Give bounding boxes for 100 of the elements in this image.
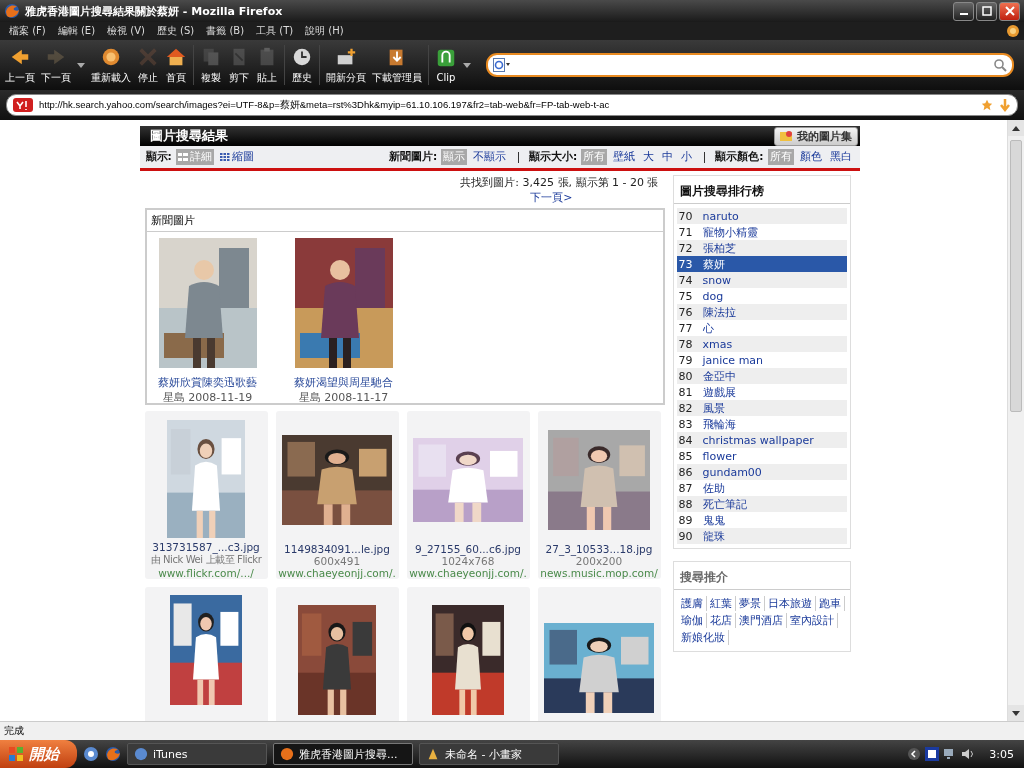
ranking-item[interactable]: 85 flower xyxy=(676,448,847,464)
news-date: 2008-11-17 xyxy=(324,391,389,404)
file-name-link[interactable]: 9_27155_60...c6.jpg xyxy=(415,543,521,555)
site-url: news.music.mop.com/ xyxy=(540,567,658,579)
recommend-link[interactable]: 新娘化妝 xyxy=(677,630,729,645)
news-caption-link[interactable]: 蔡妍欣賞陳奕迅歌藝 xyxy=(158,375,257,390)
news-source: 星島 xyxy=(162,391,185,404)
grid-icon xyxy=(219,153,230,161)
ranking-item[interactable]: 73 蔡妍 xyxy=(676,256,847,272)
recommend-link[interactable]: 護膚 xyxy=(677,596,707,611)
throbber-icon xyxy=(1006,24,1020,38)
toolbar-button[interactable]: 開新分頁 xyxy=(323,45,369,85)
ranking-item[interactable]: 84 christmas wallpaper xyxy=(676,432,847,448)
filter-label: 顯示: xyxy=(145,150,172,164)
taskbar-button[interactable]: 未命名 - 小畫家 xyxy=(419,743,559,765)
clock: 3:05 xyxy=(989,747,1014,761)
menu-item[interactable]: 編輯 (E) xyxy=(52,24,101,38)
result-summary: 共找到圖片: 3,425 張, 顯示第 1 - 20 張 xyxy=(459,175,660,190)
menu-item[interactable]: 工具 (T) xyxy=(251,24,299,38)
recommend-link[interactable]: 澳門酒店 xyxy=(735,613,787,628)
news-caption-link[interactable]: 蔡妍渴望與周星馳合 xyxy=(294,375,393,390)
ranking-item[interactable]: 79 janice man xyxy=(676,352,847,368)
ranking-item[interactable]: 80 金亞中 xyxy=(676,368,847,384)
search-engine-icon[interactable] xyxy=(493,58,511,72)
filter-option[interactable]: 大 xyxy=(641,149,657,165)
recommend-link[interactable]: 紅葉 xyxy=(706,596,736,611)
filter-option[interactable]: 壁紙 xyxy=(611,149,638,165)
taskbar-button[interactable]: 雅虎香港圖片搜尋... xyxy=(273,743,413,765)
recommend-title: 搜尋推介 xyxy=(673,564,850,590)
filter-option[interactable]: 顏色 xyxy=(797,149,824,165)
disc-icon xyxy=(134,747,148,761)
ranking-item[interactable]: 74 snow xyxy=(676,272,847,288)
filter-option[interactable]: 不顯示 xyxy=(471,149,509,165)
ranking-item[interactable]: 78 xmas xyxy=(676,336,847,352)
filter-option[interactable]: 中 xyxy=(660,149,676,165)
file-name-link[interactable]: 313731587_...c3.jpg xyxy=(152,541,260,553)
start-button[interactable]: 開始 xyxy=(0,740,77,768)
ranking-item[interactable]: 87 佐助 xyxy=(676,480,847,496)
ranking-item[interactable]: 81 遊戲展 xyxy=(676,384,847,400)
search-field[interactable] xyxy=(486,53,1014,77)
recommend-link[interactable]: 夢景 xyxy=(735,596,765,611)
close-button[interactable] xyxy=(999,1,1020,21)
minimize-icon xyxy=(959,13,968,15)
search-icon[interactable] xyxy=(993,58,1007,72)
next-page-link[interactable]: 下一頁> xyxy=(530,190,573,205)
status-text: 完成 xyxy=(4,724,24,738)
ranking-item[interactable]: 83 飛輪海 xyxy=(676,416,847,432)
toolbar-button[interactable]: 下載管理員 xyxy=(369,45,425,85)
ranking-item[interactable]: 76 陳法拉 xyxy=(676,304,847,320)
ranking-item[interactable]: 90 龍珠 xyxy=(676,528,847,544)
maximize-button[interactable] xyxy=(976,1,997,21)
keyboard-icon[interactable] xyxy=(925,747,940,761)
image-info: 600x491 xyxy=(313,555,361,567)
chevron-icon[interactable] xyxy=(907,747,922,761)
file-name-link[interactable]: 1149834091...le.jpg xyxy=(284,543,390,555)
filter-option[interactable]: 小 xyxy=(679,149,695,165)
menu-item[interactable]: 書籤 (B) xyxy=(201,24,250,38)
recommend-link[interactable]: 花店 xyxy=(706,613,736,628)
ranking-item[interactable]: 72 張柏芝 xyxy=(676,240,847,256)
toolbar-button[interactable]: Clip xyxy=(432,47,460,83)
star-icon[interactable] xyxy=(981,98,993,112)
menu-item[interactable]: 檔案 (F) xyxy=(4,24,51,38)
grid-icon xyxy=(177,153,188,161)
ranking-item[interactable]: 86 gundam00 xyxy=(676,464,847,480)
recommend-link[interactable]: 日本旅遊 xyxy=(764,596,816,611)
ranking-item[interactable]: 89 鬼鬼 xyxy=(676,512,847,528)
my-pictures-button[interactable]: 我的圖片集 xyxy=(773,126,858,146)
toolbar-button[interactable]: 重新載入 xyxy=(88,45,134,85)
windows-flag-icon xyxy=(8,746,24,762)
file-name-link[interactable]: 27_3_10533...18.jpg xyxy=(545,543,653,555)
ranking-item[interactable]: 88 死亡筆記 xyxy=(676,496,847,512)
recommend-link[interactable]: 室內設計 xyxy=(786,613,838,628)
ranking-item[interactable]: 77 心 xyxy=(676,320,847,336)
recommend-link[interactable]: 跑車 xyxy=(815,596,845,611)
menu-item[interactable]: 檢視 (V) xyxy=(102,24,150,38)
menu-item[interactable]: 說明 (H) xyxy=(300,24,349,38)
filter-option[interactable]: 黑白 xyxy=(827,149,854,165)
address-field[interactable]: http://hk.search.yahoo.com/search/images?ei=UTF-8&p=蔡妍&meta=rst%3Dhk&myip=61.10.106.197&fr2=tab-web&fr=FP-tab-web-t-ac xyxy=(6,94,1018,116)
toolbar-button[interactable]: 上一頁 xyxy=(2,45,38,85)
ranking-item[interactable]: 70 naruto xyxy=(676,208,847,224)
toolbar-button[interactable]: 歷史 xyxy=(288,45,316,85)
ranking-item[interactable]: 71 寵物小精靈 xyxy=(676,224,847,240)
minimize-button[interactable] xyxy=(953,1,974,21)
ranking-item[interactable]: 75 dog xyxy=(676,288,847,304)
caret-icon[interactable] xyxy=(77,62,85,68)
recommend-link[interactable]: 瑜伽 xyxy=(677,613,707,628)
photo-icon xyxy=(779,130,794,142)
menu-item[interactable]: 歷史 (S) xyxy=(151,24,200,38)
arrow-down-icon[interactable] xyxy=(1012,710,1020,716)
arrow-up-icon[interactable] xyxy=(1012,125,1020,131)
news-title: 新聞圖片 xyxy=(146,210,663,232)
news-source: 星島 xyxy=(298,391,321,404)
speaker-icon[interactable] xyxy=(961,747,976,761)
scrollbar[interactable] xyxy=(1007,120,1024,721)
site-url: www.chaeyeonjj.com/. xyxy=(278,567,396,579)
toolbar-button[interactable]: 首頁 xyxy=(162,45,190,85)
caret-icon[interactable] xyxy=(463,62,471,68)
filter-option[interactable]: 縮圖 xyxy=(217,149,256,165)
taskbar-button[interactable]: iTunes xyxy=(127,743,267,765)
ranking-item[interactable]: 82 風景 xyxy=(676,400,847,416)
